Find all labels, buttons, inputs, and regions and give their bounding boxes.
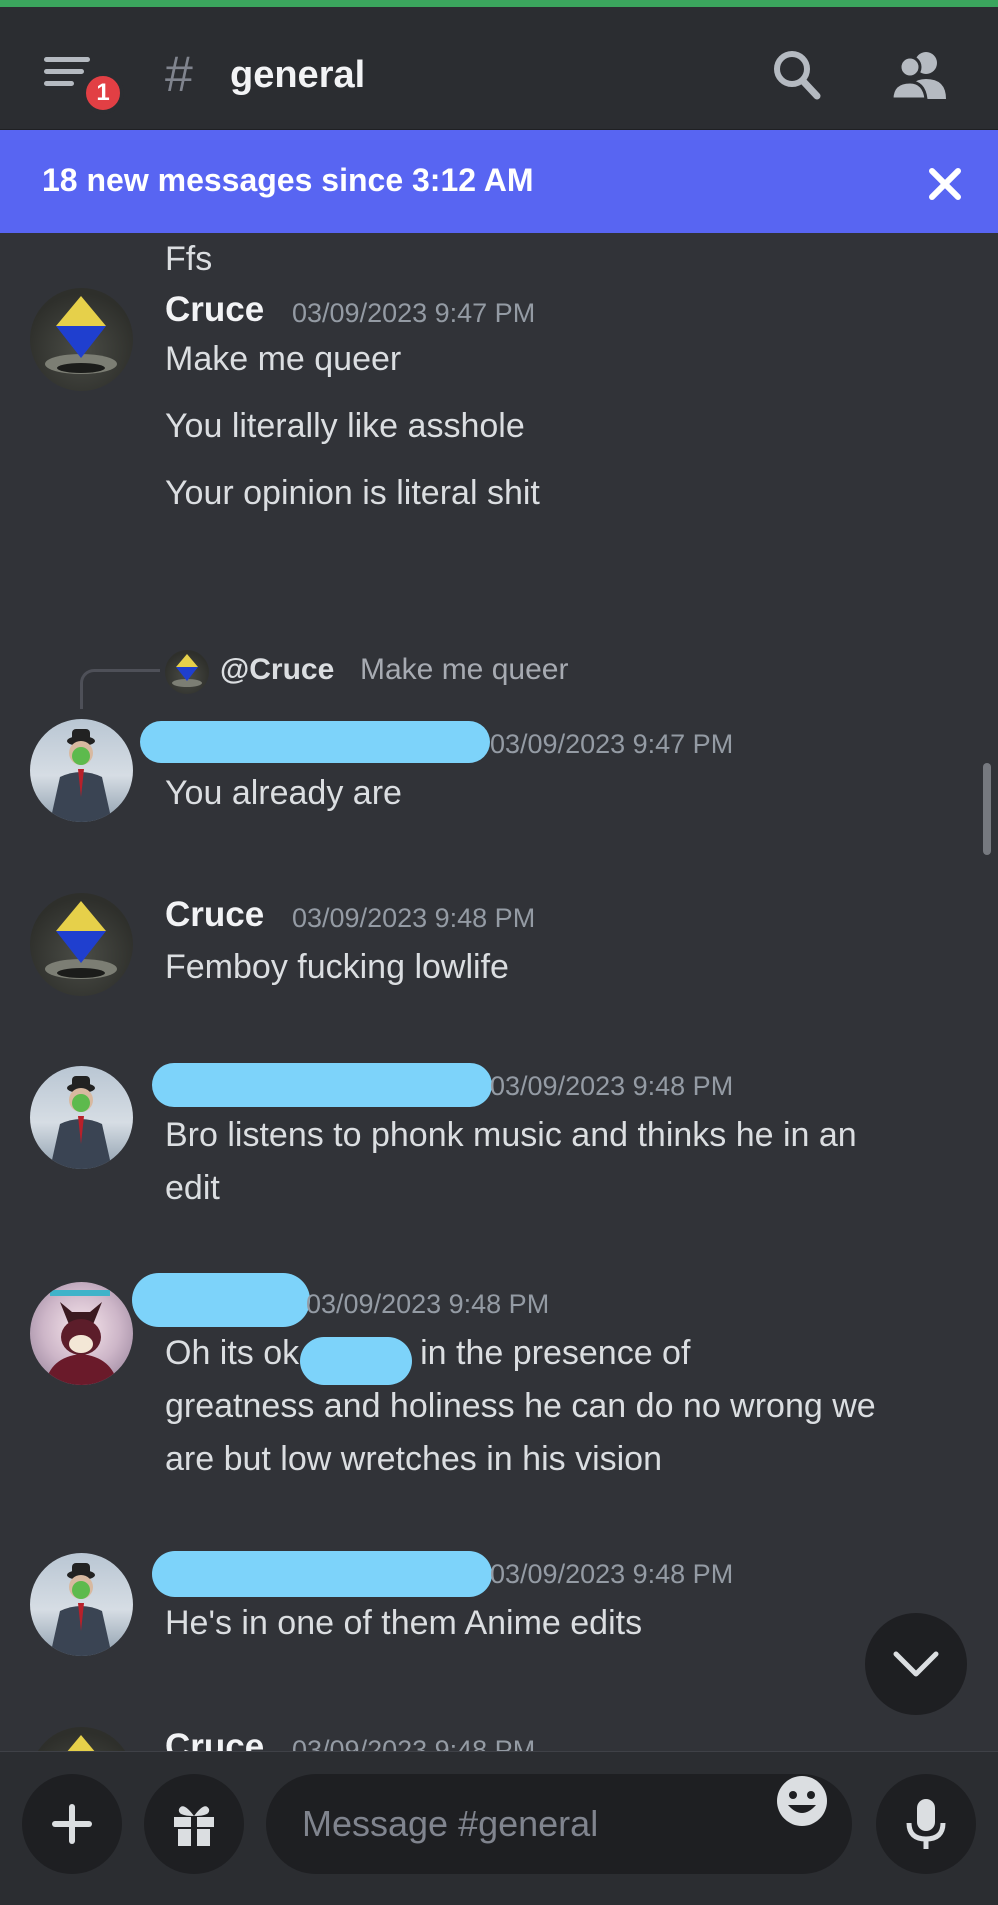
avatar[interactable] [30,1282,133,1385]
channel-header: 1 # general [0,7,998,130]
redacted-word [300,1337,412,1385]
gift-button[interactable] [144,1774,244,1874]
message-text: Oh its ok we are in the presence of [165,1327,975,1380]
close-icon[interactable] [928,167,962,201]
message-input[interactable] [266,1774,852,1874]
new-messages-bar[interactable]: 18 new messages since 3:12 AM [0,130,998,233]
gift-icon [174,1806,214,1846]
message-text: Ffs [165,240,213,278]
jump-to-present-button[interactable] [865,1613,967,1715]
plus-icon [52,1804,92,1844]
message-text: Your opinion is literal shit [165,474,540,512]
message-text: Femboy fucking lowlife [165,948,509,986]
message-text-part: Oh its ok [165,1334,300,1372]
status-line [0,0,998,7]
timestamp: 03/09/2023 9:48 PM [292,903,536,933]
redacted-username [152,1063,492,1107]
unread-badge: 1 [82,72,124,114]
reply-avatar [165,650,209,694]
channel-title[interactable]: general [230,54,365,97]
avatar[interactable] [30,288,133,391]
timestamp: 03/09/2023 9:48 PM [490,1071,734,1101]
chevron-down-icon [893,1651,939,1677]
message-text: Make me queer [165,340,402,378]
message-text: are but low wretches in his vision [165,1440,663,1478]
message-text: You already are [165,774,402,812]
timestamp: 03/09/2023 9:47 PM [292,298,536,328]
voice-button[interactable] [876,1774,976,1874]
avatar[interactable] [30,1727,133,1751]
timestamp: 03/09/2023 9:48 PM [490,1559,734,1589]
message-text: edit [165,1169,220,1207]
timestamp: 03/09/2023 9:48 PM [292,1735,536,1751]
username[interactable]: Cruce [165,290,264,330]
message-composer [0,1751,998,1905]
username[interactable]: Cruce [165,895,264,935]
message-text: greatness and holiness he can do no wron… [165,1387,876,1425]
search-icon[interactable] [772,49,822,101]
redacted-username [132,1273,310,1327]
emoji-icon[interactable] [775,1774,829,1828]
message-text: He's in one of them Anime edits [165,1604,643,1642]
hash-icon: # [165,46,193,102]
reply-connector [80,669,160,709]
username[interactable]: Cruce [165,1727,264,1751]
message-text: Bro listens to phonk music and thinks he… [165,1116,857,1154]
new-messages-text: 18 new messages since 3:12 AM [42,162,534,198]
members-icon[interactable] [890,49,948,101]
timestamp: 03/09/2023 9:47 PM [490,729,734,759]
reply-username[interactable]: @Cruce [220,653,334,687]
reply-preview[interactable]: Make me queer [360,653,568,687]
scrollbar[interactable] [983,763,991,855]
message-text: You literally like asshole [165,407,525,445]
timestamp: 03/09/2023 9:48 PM [306,1289,550,1319]
avatar[interactable] [30,1066,133,1169]
attach-button[interactable] [22,1774,122,1874]
redacted-username [152,1551,492,1597]
avatar[interactable] [30,719,133,822]
avatar[interactable] [30,893,133,996]
message-list[interactable]: Ffs Cruce 03/09/2023 9:47 PM Make me que… [0,233,998,1751]
avatar[interactable] [30,1553,133,1656]
microphone-icon [906,1799,946,1849]
redacted-username [140,721,490,763]
